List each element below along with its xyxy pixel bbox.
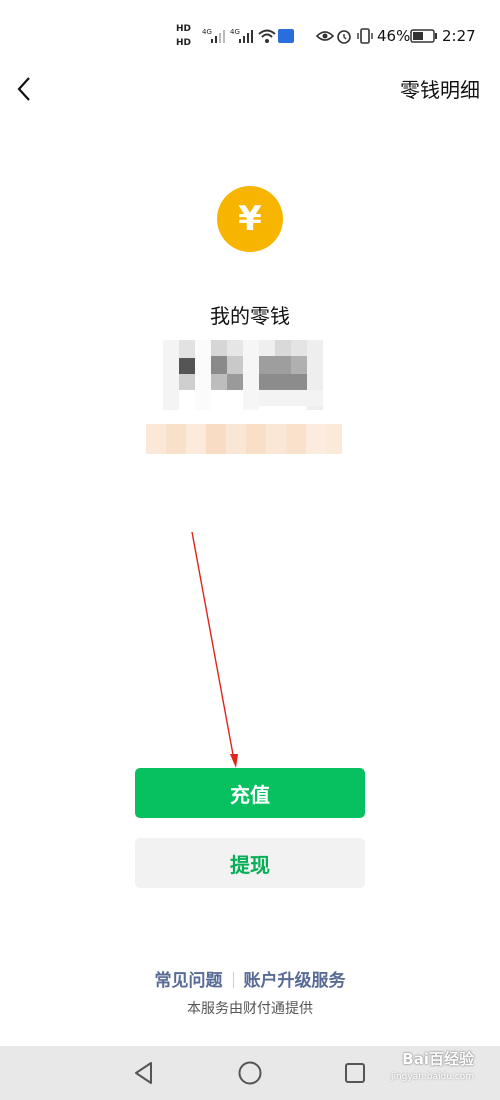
divider — [232, 972, 234, 988]
withdraw-label: 提现 — [230, 852, 270, 877]
vibrate-icon — [357, 28, 373, 44]
signal-icon — [211, 30, 225, 43]
redacted-balance — [163, 340, 343, 410]
upgrade-link[interactable]: 账户升级服务 — [244, 971, 346, 991]
signal-icon-2 — [239, 30, 253, 43]
back-triangle-icon[interactable] — [131, 1060, 157, 1086]
hd-indicator-2: HD — [176, 38, 192, 48]
annotation-arrow — [191, 531, 238, 768]
provider-text: 本服务由财付通提供 — [187, 1001, 313, 1017]
faq-link[interactable]: 常见问题 — [155, 971, 223, 991]
battery-percent: 46% — [377, 27, 411, 45]
hotspot-icon — [278, 29, 294, 43]
back-button[interactable] — [12, 72, 42, 106]
transactions-link[interactable]: 零钱明细 — [400, 74, 480, 103]
battery-icon — [410, 29, 437, 43]
baidu-watermark-url: jingyan.baidu.com — [390, 1072, 474, 1082]
yuan-symbol: ¥ — [238, 199, 262, 239]
balance-label: 我的零钱 — [210, 304, 290, 328]
wifi-icon — [258, 29, 276, 43]
recharge-button[interactable]: 充值 — [135, 768, 365, 818]
clock: 2:27 — [442, 27, 476, 45]
recharge-label: 充值 — [230, 782, 270, 807]
home-circle-icon[interactable] — [236, 1060, 264, 1088]
hd-indicator-1: HD — [176, 24, 192, 34]
withdraw-button[interactable]: 提现 — [135, 838, 365, 888]
redacted-note — [128, 420, 373, 456]
yuan-icon: ¥ — [217, 186, 283, 252]
recents-square-icon[interactable] — [343, 1061, 369, 1087]
footer-links: 常见问题 账户升级服务 — [0, 966, 500, 991]
baidu-watermark: Bai百经验 — [402, 1050, 474, 1068]
alarm-icon — [337, 30, 351, 44]
eye-icon — [316, 31, 334, 41]
chevron-left-icon — [17, 77, 30, 101]
status-bar: HD HD 4G 4G 46% 2:27 — [0, 0, 500, 74]
